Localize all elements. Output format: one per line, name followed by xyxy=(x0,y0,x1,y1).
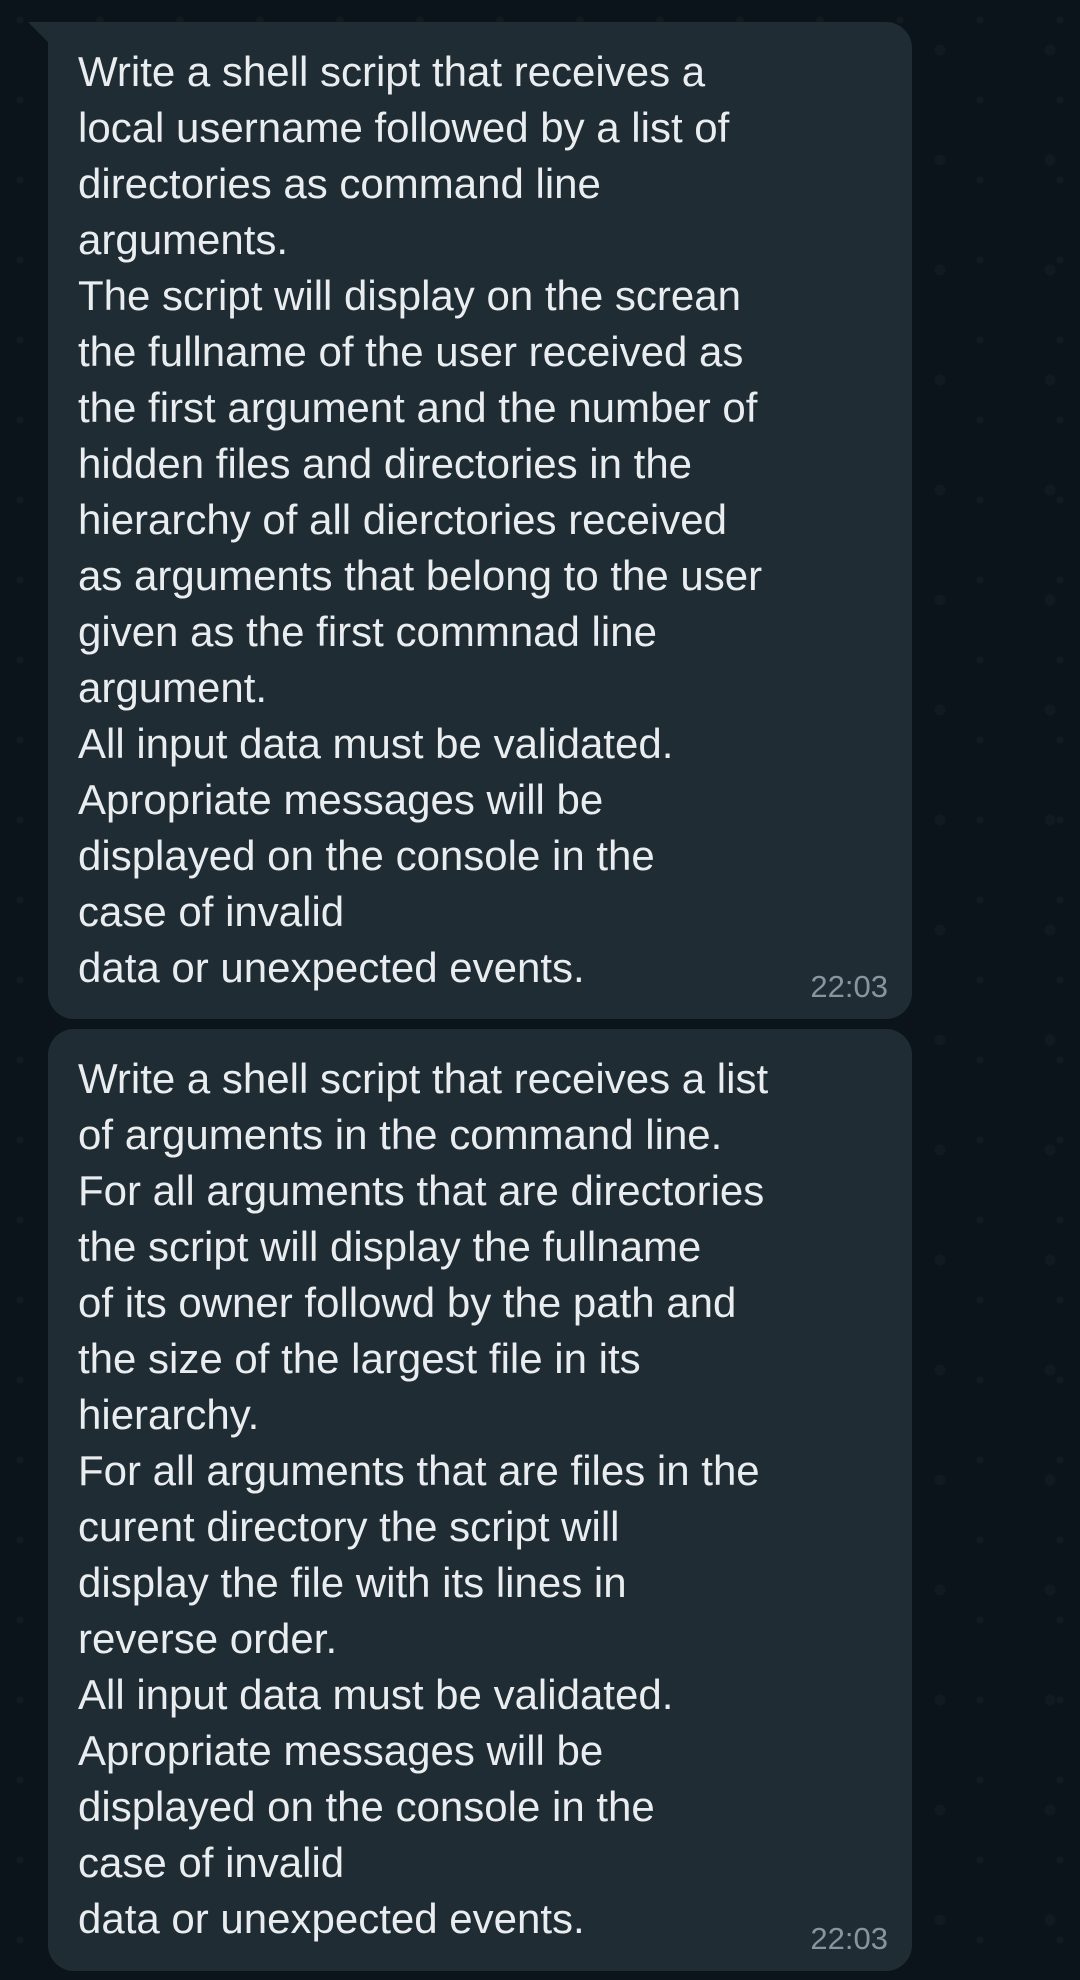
message-text: Write a shell script that receives a loc… xyxy=(78,48,763,991)
message-time: 22:03 xyxy=(810,969,888,1004)
message-bubble[interactable]: Write a shell script that receives a loc… xyxy=(48,22,912,1019)
message-bubble[interactable]: Write a shell script that receives a lis… xyxy=(48,1029,912,1971)
chat-messages[interactable]: Write a shell script that receives a loc… xyxy=(0,0,1080,1980)
message-text: Write a shell script that receives a lis… xyxy=(78,1055,769,1942)
message-time: 22:03 xyxy=(810,1921,888,1956)
message-tail xyxy=(28,22,50,44)
